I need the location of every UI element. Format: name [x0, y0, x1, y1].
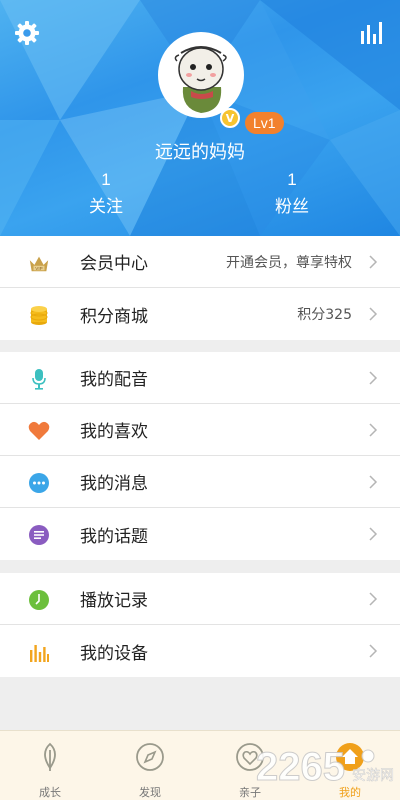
- following-stat[interactable]: 1 关注: [46, 170, 166, 220]
- menu-label: 我的喜欢: [80, 422, 148, 442]
- vip-verified-badge: V: [220, 108, 240, 128]
- chart-button[interactable]: [356, 18, 386, 48]
- following-label: 关注: [89, 197, 123, 217]
- menu-item-dubbing[interactable]: 我的配音: [0, 352, 400, 404]
- topic-icon: [28, 524, 50, 546]
- message-icon: [28, 472, 50, 494]
- menu-item-points-mall[interactable]: 积分商城 积分325: [0, 288, 400, 340]
- chevron-right-icon: [369, 475, 378, 489]
- chevron-right-icon: [369, 423, 378, 437]
- menu-label: 会员中心: [80, 254, 148, 274]
- equalizer-icon: [28, 641, 50, 663]
- clock-icon: [28, 589, 50, 611]
- menu-item-messages[interactable]: 我的消息: [0, 456, 400, 508]
- svg-text:VIP: VIP: [35, 266, 42, 271]
- bar-chart-icon: [361, 22, 382, 44]
- chevron-right-icon: [369, 527, 378, 541]
- menu-label: 我的话题: [80, 526, 148, 547]
- gear-icon: [15, 21, 39, 45]
- leaf-icon: [44, 742, 56, 771]
- menu-label: 播放记录: [80, 591, 148, 611]
- tab-label: 发现: [139, 786, 161, 799]
- tab-mine[interactable]: 我的: [300, 731, 400, 800]
- tab-growth[interactable]: 成长: [0, 731, 100, 800]
- level-badge: Lv1: [245, 112, 284, 134]
- menu-item-topics[interactable]: 我的话题: [0, 508, 400, 560]
- menu-label: 我的消息: [80, 474, 148, 494]
- avatar-image: [161, 35, 241, 115]
- compass-icon: [136, 743, 164, 771]
- menu-label: 我的设备: [80, 643, 148, 664]
- menu-label: 我的配音: [80, 370, 148, 390]
- heart-icon: [28, 420, 50, 442]
- menu-label: 积分商城: [80, 306, 148, 327]
- menu-item-likes[interactable]: 我的喜欢: [0, 404, 400, 456]
- menu-item-membership[interactable]: VIP 会员中心 开通会员，尊享特权: [0, 236, 400, 288]
- bottom-tab-bar: 成长 发现 亲子 我的: [0, 730, 400, 800]
- tab-label: 我的: [339, 786, 361, 799]
- tab-discover[interactable]: 发现: [100, 731, 200, 800]
- tab-label: 成长: [39, 786, 61, 799]
- microphone-icon: [28, 368, 50, 390]
- menu-value: 开通会员，尊享特权: [226, 254, 352, 271]
- fans-count: 1: [287, 170, 297, 189]
- hearts-icon: [236, 743, 264, 771]
- chevron-right-icon: [369, 592, 378, 606]
- fans-stat[interactable]: 1 粉丝: [232, 170, 352, 220]
- activity-group: 我的配音 我的喜欢 我的消息 我的话题: [0, 352, 400, 560]
- settings-button[interactable]: [12, 18, 42, 48]
- fans-label: 粉丝: [275, 197, 309, 217]
- nickname: 远远的妈妈: [155, 142, 245, 163]
- chevron-right-icon: [369, 371, 378, 385]
- chevron-right-icon: [369, 644, 378, 658]
- home-icon: [336, 743, 364, 771]
- menu-value: 积分325: [297, 307, 352, 323]
- tab-label: 亲子: [239, 786, 261, 799]
- playback-group: 播放记录 我的设备: [0, 573, 400, 677]
- tab-family[interactable]: 亲子: [200, 731, 300, 800]
- crown-vip-icon: VIP: [28, 252, 50, 274]
- menu-item-devices[interactable]: 我的设备: [0, 625, 400, 677]
- profile-header: V Lv1 远远的妈妈 1 关注 1 粉丝: [0, 0, 400, 236]
- chevron-right-icon: [369, 255, 378, 269]
- chevron-right-icon: [369, 307, 378, 321]
- avatar[interactable]: [158, 32, 244, 118]
- membership-group: VIP 会员中心 开通会员，尊享特权 积分商城 积分325: [0, 236, 400, 340]
- following-count: 1: [101, 170, 111, 189]
- coin-stack-icon: [28, 304, 50, 326]
- menu-item-history[interactable]: 播放记录: [0, 573, 400, 625]
